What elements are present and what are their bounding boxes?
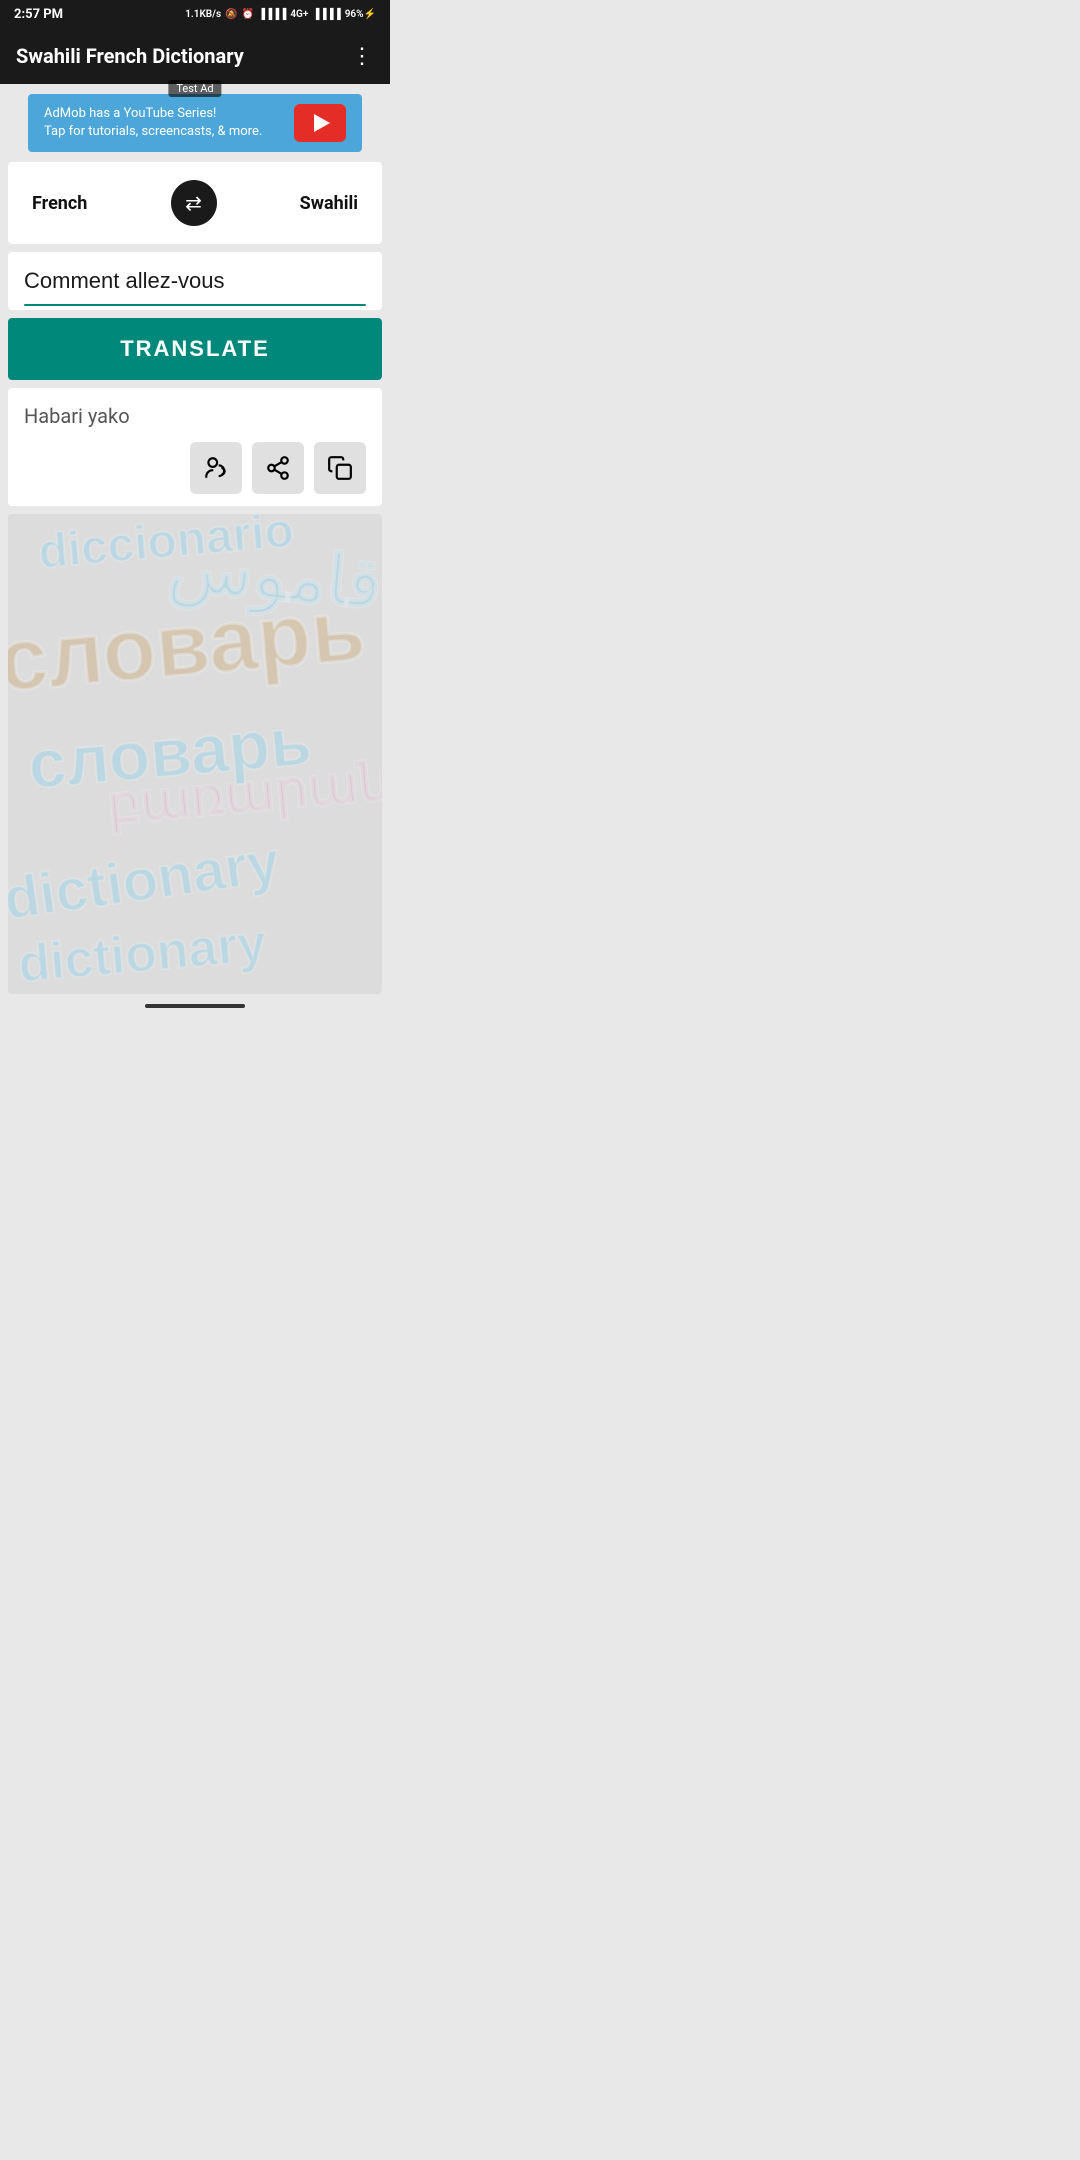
result-text: Habari yako [24,404,366,428]
watermark-background: diccionario словарь قاموس словарь բառարա… [8,514,382,994]
signal-icon-2: ▐▐▐▐ [312,9,340,20]
text-to-speech-button[interactable] [190,442,242,494]
tts-icon [203,455,229,481]
home-indicator-bar [145,1004,245,1008]
youtube-button[interactable] [294,104,346,142]
copy-icon [327,455,353,481]
network-speed: 1.1KB/s [185,9,221,20]
status-bar: 2:57 PM 1.1KB/s 🔕 ⏰ ▐▐▐▐ 4G+ ▐▐▐▐ 96%⚡ [0,0,390,28]
mute-icon: 🔕 [225,9,237,20]
result-actions [24,442,366,494]
status-icons: 1.1KB/s 🔕 ⏰ ▐▐▐▐ 4G+ ▐▐▐▐ 96%⚡ [185,9,376,20]
overflow-menu-button[interactable]: ⋮ [351,44,374,69]
input-card [8,252,382,310]
language-selector-row: French ⇄ Swahili [8,162,382,244]
app-title: Swahili French Dictionary [16,44,244,68]
share-button[interactable] [252,442,304,494]
share-icon [265,455,291,481]
ad-label: Test Ad [168,80,221,97]
signal-icon: ▐▐▐▐ [258,9,286,20]
source-language-label[interactable]: French [32,193,87,214]
result-card: Habari yako [8,388,382,506]
input-underline [24,304,366,306]
play-icon [314,114,330,132]
app-bar: Swahili French Dictionary ⋮ [0,28,390,84]
ad-line1: AdMob has a YouTube Series! [44,105,262,123]
battery-level: 96%⚡ [345,9,376,20]
target-language-label[interactable]: Swahili [300,193,358,214]
ad-line2: Tap for tutorials, screencasts, & more. [44,123,262,141]
swap-languages-button[interactable]: ⇄ [171,180,217,226]
network-type: 4G+ [290,9,308,20]
copy-button[interactable] [314,442,366,494]
translate-button[interactable]: TRANSLATE [8,318,382,380]
source-text-input[interactable] [24,264,366,298]
status-time: 2:57 PM [14,7,63,22]
home-indicator-area [0,994,390,1014]
swap-icon: ⇄ [185,191,202,215]
ad-text: AdMob has a YouTube Series! Tap for tuto… [44,105,262,141]
alarm-icon: ⏰ [242,9,254,20]
ad-banner[interactable]: Test Ad AdMob has a YouTube Series! Tap … [28,94,362,152]
